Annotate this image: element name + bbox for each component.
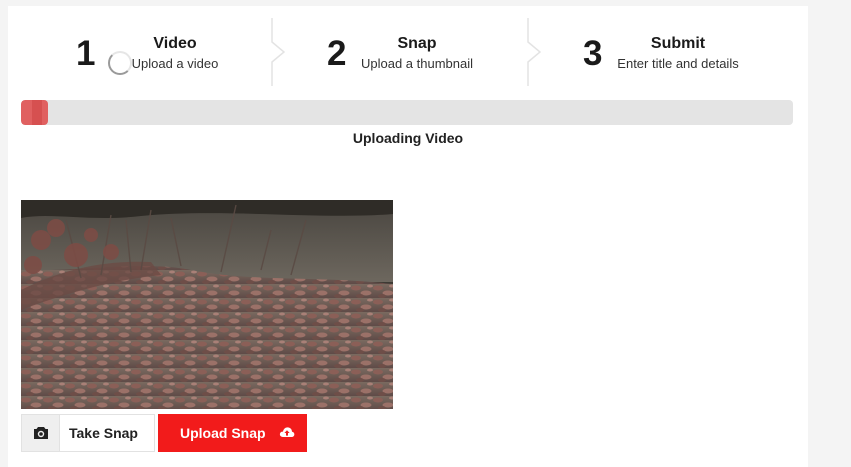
step-number: 3: [583, 34, 603, 73]
video-preview: [21, 200, 393, 409]
step-subtitle: Enter title and details: [617, 56, 739, 71]
step-subtitle: Upload a thumbnail: [360, 56, 474, 71]
cloud-upload-icon: [279, 425, 295, 442]
step-title: Snap: [397, 35, 437, 52]
step-title: Video: [153, 35, 197, 52]
take-snap-label: Take Snap: [69, 425, 138, 441]
upload-snap-label: Upload Snap: [180, 425, 266, 441]
step-snap: 2 Snap Upload a thumbnail: [281, 16, 541, 88]
take-snap-button[interactable]: Take Snap: [21, 414, 155, 452]
upload-progress-bar: [21, 100, 793, 125]
upload-snap-button[interactable]: Upload Snap: [158, 414, 307, 452]
upload-wizard-panel: 1 Video Upload a video 2 Snap Upload a t…: [8, 6, 808, 467]
step-number: 1: [76, 34, 96, 73]
video-frame-image: [21, 200, 393, 409]
upload-progress-fill: [21, 100, 49, 125]
step-number: 2: [327, 34, 347, 73]
upload-status-text: Uploading Video: [352, 130, 464, 146]
step-video: 1 Video Upload a video: [8, 16, 268, 88]
camera-icon: [22, 415, 60, 451]
step-title: Submit: [650, 35, 706, 52]
step-submit: 3 Submit Enter title and details: [537, 16, 797, 88]
step-subtitle: Upload a video: [131, 56, 219, 71]
wizard-steps: 1 Video Upload a video 2 Snap Upload a t…: [8, 16, 808, 88]
